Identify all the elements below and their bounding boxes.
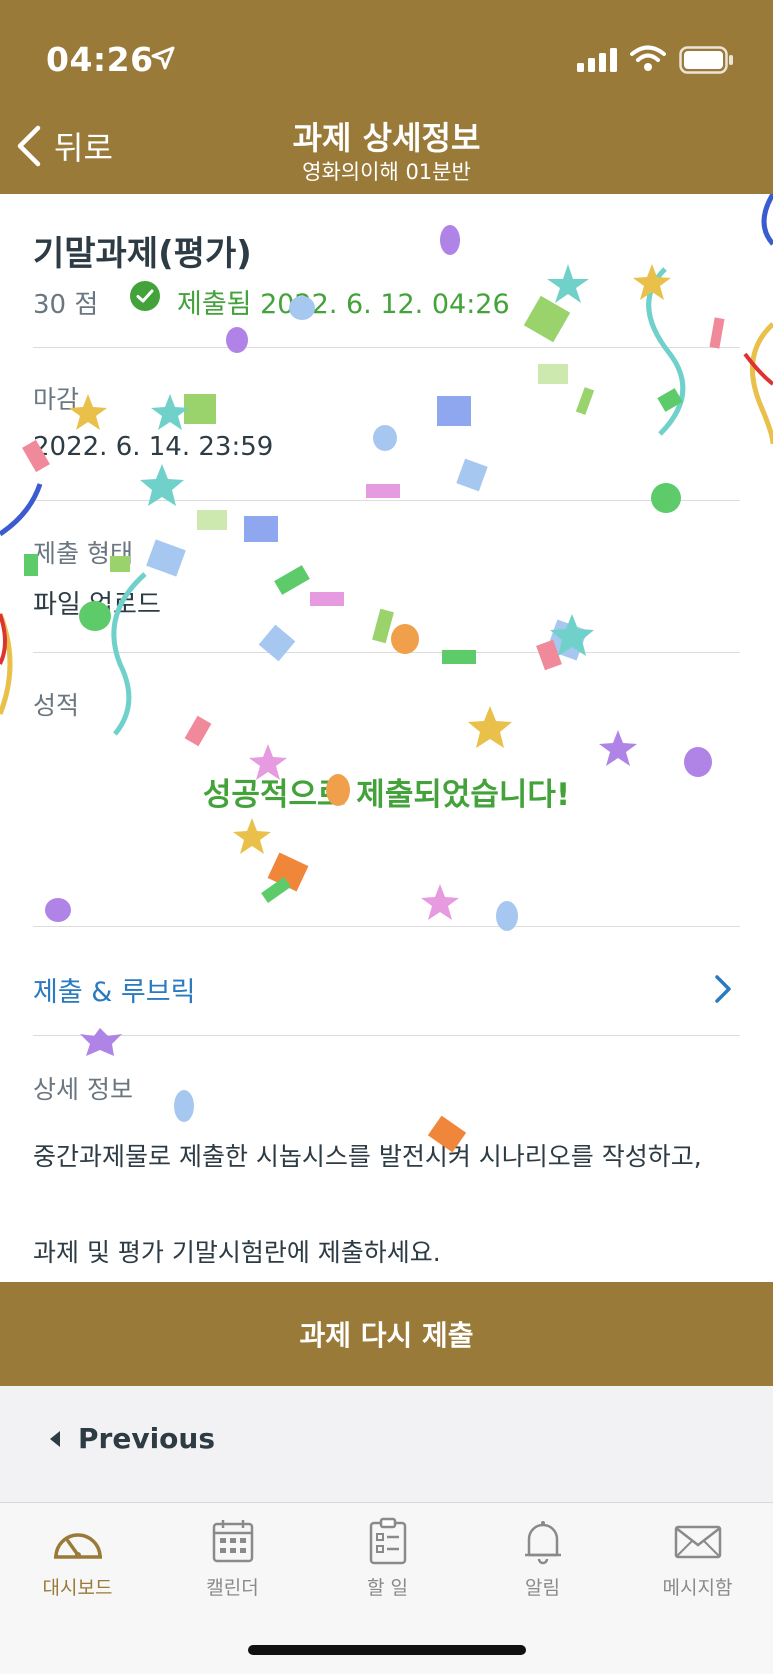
tab-label: 메시지함	[662, 1577, 733, 1599]
header-bar: 04:26 뒤로 과제 상세정보 영화의이해 01분반	[0, 0, 773, 194]
tab-label: 대시보드	[42, 1577, 113, 1599]
home-indicator	[248, 1645, 526, 1655]
navigation-row: Previous	[0, 1386, 773, 1502]
submission-type-label: 제출 형태	[33, 539, 133, 568]
course-subtitle: 영화의이해 01분반	[302, 160, 471, 184]
tab-notifications[interactable]: 알림	[465, 1517, 620, 1600]
due-value: 2022. 6. 14. 23:59	[33, 432, 274, 462]
tab-todo[interactable]: 할 일	[310, 1517, 465, 1600]
grade-label: 성적	[33, 691, 80, 720]
bell-icon	[524, 1521, 561, 1565]
points-value: 30 점	[33, 290, 99, 320]
previous-button[interactable]: Previous	[48, 1422, 215, 1455]
assignment-title: 기말과제(평가)	[33, 234, 252, 274]
tab-label: 캘린더	[206, 1577, 259, 1599]
tab-label: 알림	[525, 1577, 560, 1599]
check-circle-icon	[130, 281, 160, 311]
todo-icon	[369, 1517, 406, 1565]
details-text-1: 중간과제물로 제출한 시놉시스를 발전시켜 시나리오를 작성하고,	[33, 1142, 702, 1171]
calendar-icon	[212, 1520, 253, 1563]
previous-label: Previous	[78, 1422, 216, 1455]
mail-icon	[674, 1525, 721, 1559]
divider	[33, 926, 740, 927]
dashboard-icon	[53, 1533, 102, 1559]
page-title: 과제 상세정보	[292, 119, 481, 157]
chevron-right-icon[interactable]	[713, 974, 733, 1004]
submission-rubric-link[interactable]: 제출 & 루브릭	[33, 970, 195, 1009]
tab-calendar[interactable]: 캘린더	[155, 1517, 310, 1600]
submission-status: 제출됨 2022. 6. 12. 04:26	[177, 289, 510, 320]
success-message: 성공적으로 제출되었습니다!	[202, 777, 571, 813]
details-text-2: 과제 및 평가 기말시험란에 제출하세요.	[33, 1238, 441, 1267]
due-label: 마감	[33, 385, 80, 414]
tab-label: 할 일	[367, 1577, 408, 1599]
assignment-details: 기말과제(평가) 30 점 제출됨 2022. 6. 12. 04:26 마감 …	[0, 194, 773, 1282]
resubmit-assignment-button[interactable]: 과제 다시 제출	[0, 1282, 773, 1386]
caret-left-icon	[50, 1430, 60, 1447]
location-arrow-icon	[151, 46, 175, 70]
submission-type-value: 파일 업로드	[33, 590, 161, 620]
tab-dashboard[interactable]: 대시보드	[0, 1517, 155, 1600]
status-time: 04:26	[46, 40, 154, 79]
divider	[33, 1035, 740, 1036]
details-label: 상세 정보	[33, 1075, 133, 1104]
wifi-icon	[630, 45, 666, 71]
divider	[33, 347, 740, 348]
divider	[33, 652, 740, 653]
divider	[33, 500, 740, 501]
tab-inbox[interactable]: 메시지함	[620, 1517, 773, 1600]
cellular-signal-icon	[577, 48, 617, 72]
battery-icon	[679, 46, 733, 74]
confetti-animation	[0, 194, 773, 1153]
